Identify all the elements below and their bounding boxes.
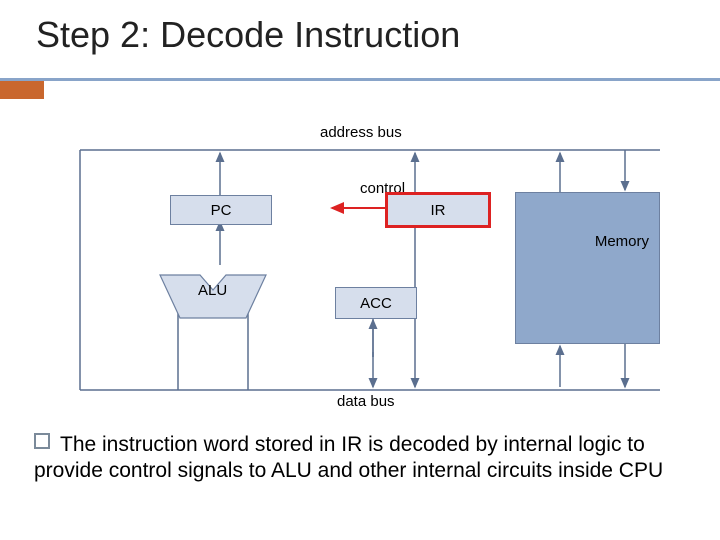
address-bus-label: address bus: [320, 124, 402, 141]
memory-label: Memory: [595, 233, 649, 250]
title-accent: [0, 81, 44, 99]
page-title: Step 2: Decode Instruction: [36, 14, 460, 56]
bullet-icon: [34, 433, 50, 449]
acc-block: ACC: [335, 287, 417, 319]
acc-label: ACC: [360, 295, 392, 312]
ir-label: IR: [431, 202, 446, 219]
slide: Step 2: Decode Instruction: [0, 0, 720, 540]
cpu-diagram: address bus data bus control PC IR ALU A…: [70, 120, 670, 405]
bullet-content: The instruction word stored in IR is dec…: [34, 433, 663, 482]
ir-block: IR: [385, 192, 491, 228]
alu-label: ALU: [198, 282, 227, 299]
memory-block: Memory: [515, 192, 660, 344]
pc-block: PC: [170, 195, 272, 225]
data-bus-label: data bus: [337, 393, 395, 410]
bullet-text: The instruction word stored in IR is dec…: [34, 432, 686, 483]
pc-label: PC: [211, 202, 232, 219]
title-underline: [0, 78, 720, 81]
